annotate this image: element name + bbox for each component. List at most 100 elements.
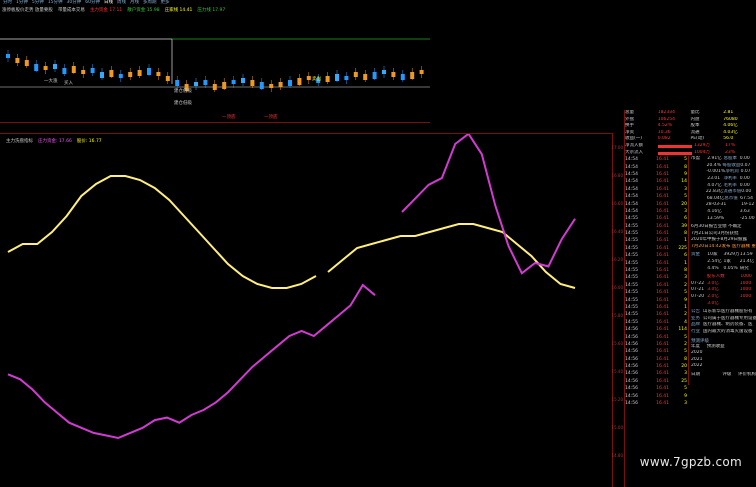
tick-cell: 16.41 bbox=[656, 378, 669, 384]
tick-list[interactable]: 14:54 16.41 5 14:54 16.41 8 14:54 16.41 9 14:54 16… bbox=[625, 156, 688, 407]
holders-cell: 3929万 bbox=[723, 252, 740, 258]
holders-cell: 研究 bbox=[739, 265, 749, 271]
signal-label: 买入 bbox=[64, 79, 73, 86]
forecast-cell bbox=[740, 350, 756, 357]
tick-cell: 14:55 bbox=[625, 216, 638, 222]
quote-row: 总量 182334 量比 2.81 bbox=[625, 110, 756, 117]
watermark-text: www.7gpzb.com bbox=[639, 455, 742, 469]
axis-tick: 16.40 bbox=[611, 229, 623, 234]
tick-cell: 14 bbox=[681, 179, 687, 185]
profile-value: 公司属于医疗器械专用设备产 bbox=[703, 315, 756, 321]
candle-body bbox=[325, 76, 330, 82]
tick-cell: 16.41 bbox=[656, 401, 669, 407]
candle-body bbox=[15, 58, 20, 63]
forecast-cell bbox=[740, 344, 756, 351]
finance-row: 22.83亿 流通市值 0.00 bbox=[691, 189, 756, 196]
finance-row: 28-03-31 19-12 bbox=[691, 202, 756, 209]
rating-table: 日期 评级 评价机构 bbox=[691, 372, 756, 385]
axis-tick: 15.20 bbox=[611, 397, 623, 402]
quote-cell: 10.36 bbox=[657, 129, 671, 135]
tick-cell: 14:55 bbox=[625, 282, 638, 288]
profile-value: 医疗器械、制药装备、医 bbox=[703, 322, 753, 328]
quote-summary: 总量 182334 量比 2.81 外盘 106254 内盘 76080 换手 4.52% 股本 4.… bbox=[625, 110, 756, 143]
news-item[interactable]: 7月21日公司3月份获批 bbox=[691, 231, 756, 238]
indicator-panel[interactable]: 主力洗盘指标 庄力资金: 17.66 股价: 16.77 bbox=[0, 133, 612, 487]
forecast-row: 2021 bbox=[691, 357, 756, 364]
finance-cell: 20.4% bbox=[706, 162, 721, 168]
news-item[interactable]: 2020年中报于8月29日披露 bbox=[691, 237, 756, 244]
forecast-cell: 预测收益 bbox=[706, 343, 725, 349]
tick-row: 14:55 16.41 1 bbox=[625, 304, 688, 311]
finance-cell: 0.00 bbox=[741, 189, 752, 195]
quote-cell: 2.81 bbox=[723, 110, 734, 115]
finance-cell: 市盈 bbox=[691, 156, 700, 162]
finance-row: 市盈 2.91亿 总股本 0.00 bbox=[691, 156, 756, 163]
tick-row: 14:54 16.41 5 bbox=[625, 193, 688, 200]
events-cell bbox=[724, 301, 740, 308]
forecast-cell: 2022 bbox=[691, 363, 703, 369]
candle-body bbox=[222, 82, 227, 89]
capital-line bbox=[7, 283, 376, 440]
forecast-cell bbox=[740, 363, 756, 370]
tick-cell: 16.41 bbox=[656, 268, 669, 274]
events-cell: 07-21 bbox=[691, 287, 705, 293]
finance-cell bbox=[691, 183, 707, 190]
quote-row: 换手 4.52% 股本 4.06亿 bbox=[625, 123, 756, 130]
axis-tick: 16.20 bbox=[611, 257, 623, 262]
events-cell: 3.0亿 bbox=[707, 287, 719, 293]
events-cell: 07-20 bbox=[691, 294, 705, 300]
tick-row: 14:56 16.41 9 bbox=[625, 393, 688, 400]
finance-cell: 净利率 bbox=[723, 175, 738, 181]
tick-cell: 3 bbox=[684, 401, 687, 407]
kline-panel[interactable]: 涨停板股价走势 放量要股 带量成本交易 主力资金 17.11 散户资金 15.98 庄家… bbox=[0, 6, 430, 123]
candle-body bbox=[212, 84, 217, 90]
tick-cell: 16.41 bbox=[656, 216, 669, 222]
bottom_rows-cell: 评级 bbox=[722, 371, 732, 377]
news-item[interactable]: 7月20日14:42发布 医疗器械 重 bbox=[691, 244, 756, 251]
profile-key: 公告 bbox=[691, 309, 700, 315]
events-cell: 1000 bbox=[739, 280, 752, 286]
candle-body bbox=[363, 74, 368, 80]
finance-cell: 19-12 bbox=[741, 202, 755, 208]
tick-cell: 16.41 bbox=[656, 238, 669, 244]
finance-cell: 总市值 bbox=[724, 195, 738, 201]
candle-body bbox=[400, 74, 405, 80]
tick-row: 14:56 16.41 5 bbox=[625, 334, 688, 341]
quote-info-panel: 总量 182334 量比 2.81 外盘 106254 内盘 76080 换手 4.52% 股本 4.… bbox=[624, 110, 756, 487]
axis-tick: 15.40 bbox=[611, 369, 623, 374]
finance-row: 13.59% -25.00 bbox=[691, 216, 756, 223]
tick-cell: 14:56 bbox=[625, 341, 638, 347]
candle-body bbox=[62, 68, 67, 74]
news-item[interactable]: 6月30日报告业绩 不确定 bbox=[691, 224, 756, 231]
events-row: 07-21 3.0亿 1000 bbox=[691, 287, 756, 294]
flow-row: 净流入额 1329万 17% bbox=[625, 143, 756, 150]
tick-cell: 16.41 bbox=[656, 386, 669, 392]
candle-body bbox=[53, 64, 57, 69]
quote-row: 外盘 106254 内盘 76080 bbox=[625, 117, 756, 124]
tick-cell: 14:54 bbox=[625, 194, 638, 200]
events-cell bbox=[740, 301, 756, 308]
tick-row: 14:56 16.41 5 bbox=[625, 385, 688, 392]
forecast-cell bbox=[724, 357, 740, 364]
events-cell: 07-22 bbox=[691, 280, 705, 286]
news-list[interactable]: 6月30日报告业绩 不确定 7月21日公司3月份获批 2020年中报于8月29日披露… bbox=[691, 224, 756, 250]
axis-tick: 14.80 bbox=[611, 453, 623, 458]
tick-row: 14:55 16.41 2 bbox=[625, 282, 688, 289]
tick-cell: 3 bbox=[684, 371, 687, 377]
tick-cell: 14:56 bbox=[625, 327, 638, 333]
finance-cell: 净利润 bbox=[725, 169, 739, 175]
candle-body bbox=[71, 66, 76, 73]
tick-cell: 14:56 bbox=[625, 349, 638, 355]
tick-cell: 16.41 bbox=[656, 245, 669, 251]
signal-label: 卖出 bbox=[312, 75, 321, 82]
candle-body bbox=[250, 80, 255, 86]
quote-cell: 0.082 bbox=[657, 136, 671, 142]
candle-body bbox=[100, 72, 104, 78]
flow-label: 大宗流入 bbox=[625, 149, 643, 155]
tick-row: 14:56 16.41 8 bbox=[625, 356, 688, 363]
candle-body bbox=[269, 84, 274, 88]
candle-body bbox=[372, 72, 377, 79]
tick-cell: 16.41 bbox=[656, 157, 669, 163]
tick-row: 14:54 16.41 8 bbox=[625, 164, 688, 171]
tick-cell: 2 bbox=[684, 341, 687, 347]
